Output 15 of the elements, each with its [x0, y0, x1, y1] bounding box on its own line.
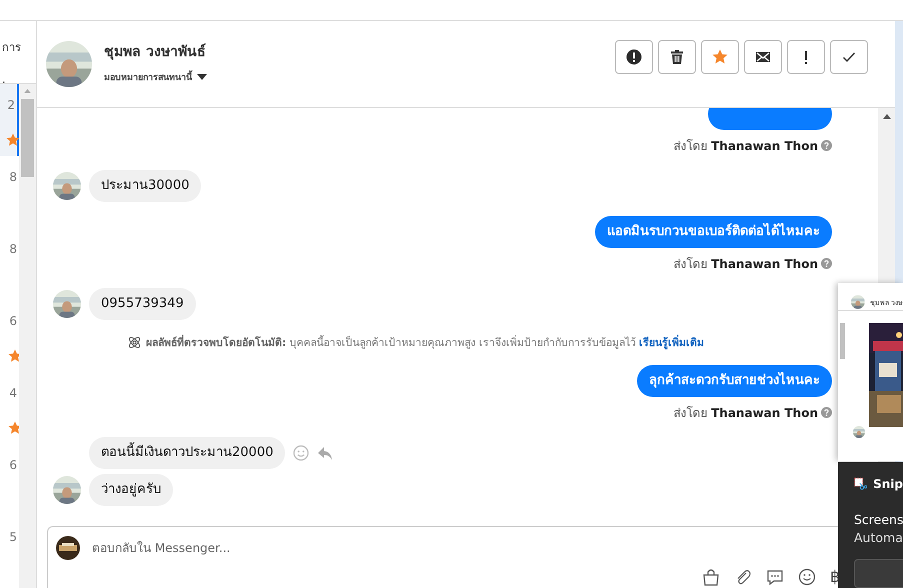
message-bubble: ว่างอยู่ครับ	[89, 474, 173, 506]
notification-title: Screens	[854, 512, 903, 527]
detection-notice: ผลลัพธ์ที่ตรวจพบโดยอัตโนมัติ: บุคคลนี้อาจเป็นลูกค้าเป้าหมายคุณภาพสูง เราจึงเพิ่มป้ายกำกับการรับข้อมูลไว้ เรียนรู้เพิ่มเติม	[146, 334, 704, 351]
sender-label: ส่งโดย Thanawan Thon	[673, 256, 818, 273]
list-text: .	[2, 73, 6, 83]
sender-label: ส่งโดย Thanawan Thon	[673, 138, 818, 155]
list-text: การ	[2, 41, 22, 55]
sender-label: ส่งโดย Thanawan Thon	[673, 405, 818, 422]
message-bubble: ลุกค้าสะดวกรับสายช่วงไหนคะ	[637, 365, 832, 397]
message-bubble: แอดมินรบกวนขอเบอร์ติดต่อได้ไหมคะ	[595, 216, 832, 248]
message-bubble: ตอนนี้มีเงินดาวประมาน20000	[89, 437, 286, 469]
app-name: Snip	[873, 477, 903, 491]
message-bubble: ประมาน30000	[89, 170, 202, 202]
contact-name: ชุมพล วงษาพันธ์	[104, 42, 207, 62]
message-bubble: 0955739349	[89, 288, 196, 320]
